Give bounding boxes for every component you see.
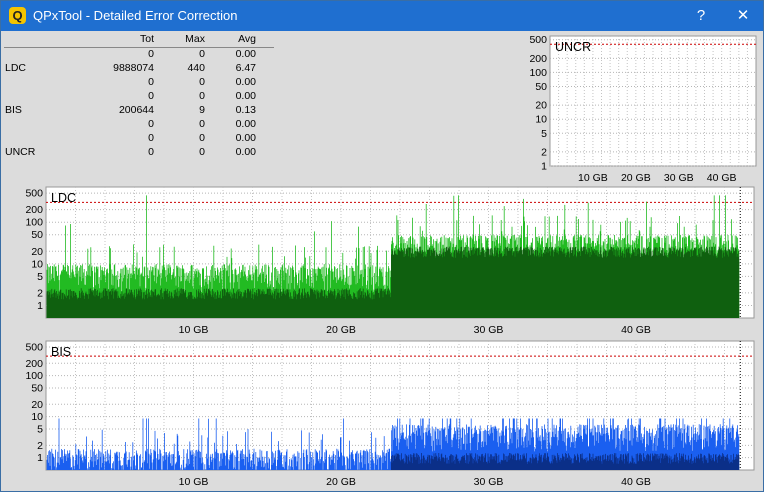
uncr-xtick-label: 40 GB [707, 172, 737, 183]
ldc-ytick-label: 5 [37, 271, 43, 283]
bis-ytick-label: 200 [25, 358, 43, 370]
row-label: UNCR [5, 146, 36, 158]
ldc-ytick-label: 50 [31, 229, 43, 241]
stats-row: 0 0 0.00 [4, 118, 274, 132]
stats-header-row: Tot Max Avg [4, 33, 274, 47]
bis-ytick-label: 1 [37, 452, 43, 464]
title-bar[interactable]: Q QPxTool - Detailed Error Correction ? … [1, 1, 763, 31]
row-tot: 0 [148, 90, 154, 102]
bis-xtick-label: 20 GB [326, 476, 356, 488]
help-button[interactable]: ? [681, 1, 721, 31]
row-tot: 0 [148, 146, 154, 158]
row-tot: 0 [148, 132, 154, 144]
bis-ytick-label: 20 [31, 399, 43, 411]
row-avg: 0.00 [235, 76, 256, 88]
uncr-ytick-label: 200 [529, 53, 547, 65]
bis-chart-title: BIS [51, 345, 71, 359]
row-max: 0 [199, 48, 205, 60]
row-max: 0 [199, 132, 205, 144]
row-avg: 0.00 [235, 132, 256, 144]
row-max: 0 [199, 118, 205, 130]
ldc-ytick-label: 20 [31, 246, 43, 258]
row-max: 0 [199, 90, 205, 102]
ldc-chart: 12 51020 50100200 500 10 GB 20 GB 30 GB 40 GB LD… [25, 186, 755, 336]
bis-xtick-label: 40 GB [621, 476, 651, 488]
stats-row: 0 0 0.00 [4, 90, 274, 104]
bis-ytick-label: 5 [37, 423, 43, 435]
uncr-xtick-label: 30 GB [664, 172, 694, 183]
stats-row: BIS 200644 9 0.13 [4, 104, 274, 118]
uncr-ytick-label: 100 [529, 67, 547, 79]
row-tot: 0 [148, 48, 154, 60]
uncr-ytick-label: 500 [529, 34, 547, 46]
bis-ytick-label: 50 [31, 382, 43, 394]
stats-row: LDC 9888074 440 6.47 [4, 62, 274, 76]
close-button[interactable]: ✕ [723, 1, 763, 31]
row-avg: 0.13 [235, 104, 256, 116]
uncr-ytick-label: 2 [541, 146, 547, 158]
uncr-ytick-label: 10 [535, 114, 547, 126]
ldc-xtick-label: 10 GB [179, 324, 209, 336]
row-label: LDC [5, 62, 27, 74]
header-tot: Tot [139, 33, 154, 45]
row-label: BIS [5, 104, 22, 116]
window-title: QPxTool - Detailed Error Correction [33, 8, 238, 23]
bis-xtick-label: 30 GB [474, 476, 504, 488]
header-avg: Avg [238, 33, 256, 45]
row-avg: 0.00 [235, 90, 256, 102]
bis-ytick-label: 2 [37, 440, 43, 452]
error-correction-window: Q QPxTool - Detailed Error Correction ? … [0, 0, 764, 492]
ldc-ytick-label: 1 [37, 300, 43, 312]
uncr-chart: 1 2 5 10 20 50 100 200 500 10 GB 20 GB 30 GB 40 GB UN… [529, 34, 757, 183]
row-max: 9 [199, 104, 205, 116]
ldc-xtick-label: 40 GB [621, 324, 651, 336]
ldc-ytick-label: 500 [25, 188, 43, 200]
row-avg: 0.00 [235, 118, 256, 130]
stats-row: 0 0 0.00 [4, 48, 274, 62]
uncr-ytick-label: 1 [541, 161, 547, 173]
uncr-ytick-label: 50 [535, 81, 547, 93]
uncr-plot-area [549, 35, 757, 167]
row-avg: 0.00 [235, 48, 256, 60]
uncr-chart-title: UNCR [555, 40, 591, 54]
row-tot: 0 [148, 76, 154, 88]
bis-xtick-label: 10 GB [179, 476, 209, 488]
uncr-xtick-label: 20 GB [621, 172, 651, 183]
client-area: Tot Max Avg 0 0 0.00 LDC 9888074 440 6.47 000… [1, 31, 763, 491]
ldc-xtick-label: 20 GB [326, 324, 356, 336]
ldc-chart-title: LDC [51, 191, 76, 205]
row-max: 0 [199, 76, 205, 88]
uncr-xtick-label: 10 GB [578, 172, 608, 183]
bis-ytick-label: 500 [25, 341, 43, 353]
header-max: Max [185, 33, 205, 45]
row-max: 440 [187, 62, 205, 74]
ldc-xtick-label: 30 GB [474, 324, 504, 336]
uncr-ytick-label: 20 [535, 100, 547, 112]
bis-ytick-label: 10 [31, 411, 43, 423]
row-tot: 9888074 [113, 62, 154, 74]
qpxtool-app-icon: Q [9, 7, 26, 24]
row-avg: 6.47 [235, 62, 256, 74]
row-tot: 0 [148, 118, 154, 130]
row-max: 0 [199, 146, 205, 158]
stats-row: 0 0 0.00 [4, 132, 274, 146]
ldc-ytick-label: 200 [25, 204, 43, 216]
row-tot: 200644 [118, 104, 154, 116]
bis-chart: 12 51020 50100200 500 10 GB 20 GB 30 GB 40 GB BI… [25, 340, 755, 488]
row-avg: 0.00 [235, 146, 256, 158]
stats-row: 0 0 0.00 [4, 76, 274, 90]
stats-table: Tot Max Avg 0 0 0.00 LDC 9888074 440 6.47 000… [4, 33, 274, 160]
bis-ytick-label: 100 [25, 370, 43, 382]
uncr-ytick-label: 5 [541, 128, 547, 140]
ldc-ytick-label: 10 [31, 258, 43, 270]
ldc-ytick-label: 2 [37, 287, 43, 299]
stats-row: UNCR 0 0 0.00 [4, 146, 274, 160]
ldc-ytick-label: 100 [25, 217, 43, 229]
